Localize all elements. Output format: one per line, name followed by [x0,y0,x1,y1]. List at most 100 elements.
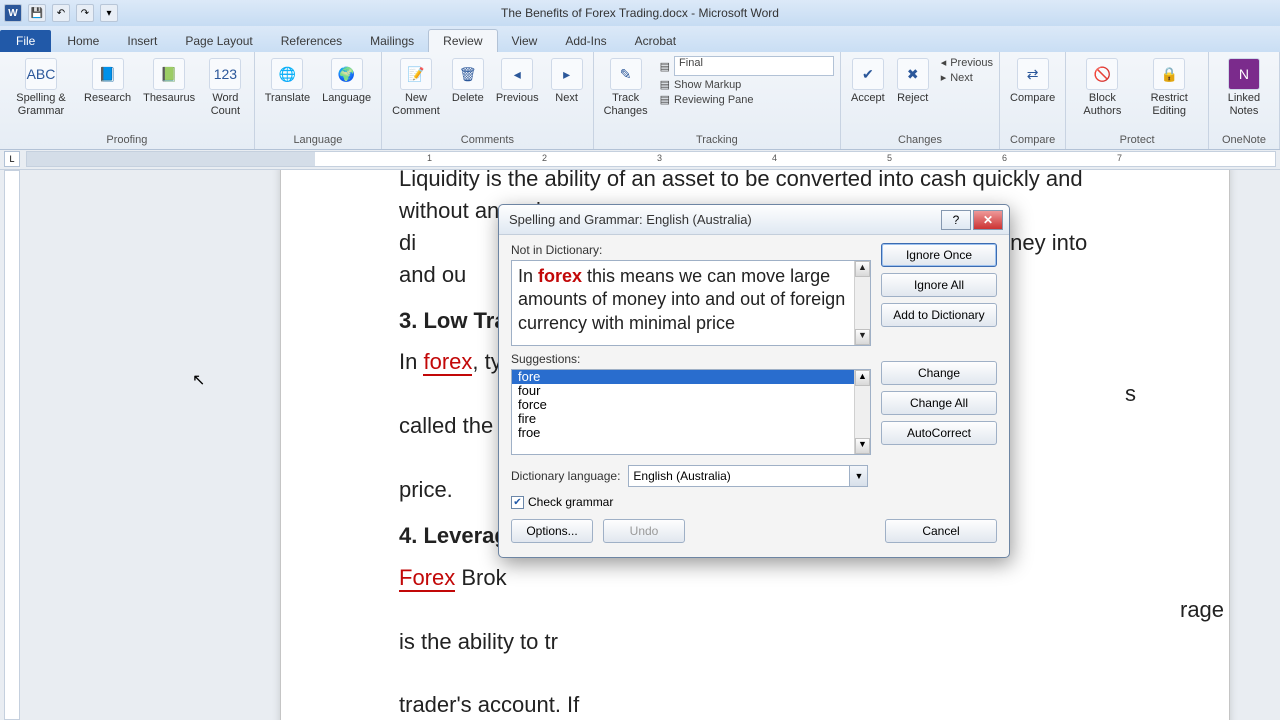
group-label: Compare [1010,132,1055,149]
compare-icon: ⇄ [1017,58,1049,90]
group-comments: 📝New Comment 🗑Delete ◂Previous ▸Next Com… [382,52,593,149]
next-icon: ▸ [941,71,947,84]
chevron-down-icon[interactable]: ▼ [849,466,867,486]
delete-comment-button[interactable]: 🗑Delete [448,56,488,119]
prev-comment-button[interactable]: ◂Previous [492,56,543,119]
onenote-icon: N [1228,58,1260,90]
tab-references[interactable]: References [267,30,356,52]
tab-acrobat[interactable]: Acrobat [621,30,690,52]
tab-pagelayout[interactable]: Page Layout [171,30,266,52]
tab-addins[interactable]: Add-Ins [551,30,620,52]
qat-dropdown-icon[interactable]: ▾ [100,4,118,22]
group-label: Comments [461,132,514,149]
suggestion-item[interactable]: froe [512,426,870,440]
suggestion-item[interactable]: fire [512,412,870,426]
dialog-titlebar[interactable]: Spelling and Grammar: English (Australia… [499,205,1009,235]
suggestion-item[interactable]: force [512,398,870,412]
vertical-ruler[interactable] [4,170,20,720]
restrict-editing-button[interactable]: 🔒Restrict Editing [1136,56,1201,119]
comment-icon: 📝 [400,58,432,90]
mouse-cursor-icon: ↖ [192,370,205,390]
scroll-up-icon[interactable]: ▲ [855,261,870,277]
spelling-error: forex [423,349,472,376]
help-button[interactable]: ? [941,210,971,230]
save-icon[interactable]: 💾 [28,4,46,22]
undo-button: Undo [603,519,685,543]
not-in-dict-label: Not in Dictionary: [511,243,871,257]
pane-icon: ▤ [660,93,670,106]
close-button[interactable]: ✕ [973,210,1003,230]
tab-view[interactable]: View [498,30,552,52]
scroll-down-icon[interactable]: ▼ [855,329,870,345]
linked-notes-button[interactable]: NLinked Notes [1215,56,1273,119]
prev-change-button[interactable]: ◂Previous [941,56,993,69]
change-all-button[interactable]: Change All [881,391,997,415]
options-button[interactable]: Options... [511,519,593,543]
spelling-error: Forex [399,565,455,592]
ignore-once-button[interactable]: Ignore Once [881,243,997,267]
add-to-dictionary-button[interactable]: Add to Dictionary [881,303,997,327]
tab-review[interactable]: Review [428,29,497,52]
thesaurus-button[interactable]: 📗Thesaurus [139,56,199,119]
dialog-title: Spelling and Grammar: English (Australia… [509,212,939,227]
check-icon: ABC [25,58,57,90]
language-button[interactable]: 🌍Language [318,56,375,107]
reviewing-pane-button[interactable]: ▤Reviewing Pane [660,93,834,106]
tab-mailings[interactable]: Mailings [356,30,428,52]
tab-home[interactable]: Home [53,30,113,52]
scroll-up-icon[interactable]: ▲ [855,370,870,386]
suggestions-scrollbar[interactable]: ▲ ▼ [854,370,870,454]
markup-icon: ▤ [660,78,670,91]
redo-icon[interactable]: ↷ [76,4,94,22]
block-icon: 🚫 [1086,58,1118,90]
dictionary-language-select[interactable]: English (Australia) ▼ [628,465,868,487]
body-paragraph: Forex Brok xxxxxxxxxxxxxxxxxxxxxxxxxxxxx… [399,562,1111,720]
tab-selector[interactable]: L [4,151,20,167]
next-comment-button[interactable]: ▸Next [547,56,587,119]
reject-button[interactable]: ✖Reject [893,56,933,107]
delete-icon: 🗑 [452,58,484,90]
word-icon: W [4,4,22,22]
cancel-button[interactable]: Cancel [885,519,997,543]
suggestions-listbox[interactable]: fore four force fire froe ▲ ▼ [511,369,871,455]
translate-button[interactable]: 🌐Translate [261,56,314,107]
next-icon: ▸ [551,58,583,90]
suggestion-item[interactable]: four [512,384,870,398]
quick-access-toolbar: W 💾 ↶ ↷ ▾ [4,4,118,22]
group-language: 🌐Translate 🌍Language Language [255,52,382,149]
undo-icon[interactable]: ↶ [52,4,70,22]
title-bar: W 💾 ↶ ↷ ▾ The Benefits of Forex Trading.… [0,0,1280,26]
research-button[interactable]: 📘Research [80,56,135,119]
dict-lang-label: Dictionary language: [511,469,620,483]
count-icon: 123 [209,58,241,90]
next-change-button[interactable]: ▸Next [941,71,993,84]
context-textbox[interactable]: In forex this means we can move large am… [511,260,871,346]
block-authors-button[interactable]: 🚫Block Authors [1072,56,1132,119]
group-label: Changes [898,132,942,149]
track-changes-button[interactable]: ✎Track Changes [600,56,652,119]
new-comment-button[interactable]: 📝New Comment [388,56,444,119]
wordcount-button[interactable]: 123Word Count [203,56,248,119]
prev-icon: ◂ [941,56,947,69]
show-markup-button[interactable]: ▤Show Markup [660,78,834,91]
display-icon: ▤ [660,60,670,73]
autocorrect-button[interactable]: AutoCorrect [881,421,997,445]
suggestion-item[interactable]: fore [512,370,870,384]
compare-button[interactable]: ⇄Compare [1006,56,1059,107]
group-label: OneNote [1222,132,1266,149]
horizontal-ruler[interactable]: 1 2 3 4 5 6 7 [26,151,1276,167]
checkbox-icon: ✔ [511,496,524,509]
check-grammar-checkbox[interactable]: ✔ Check grammar [511,495,997,509]
group-proofing: ABCSpelling & Grammar 📘Research 📗Thesaur… [0,52,255,149]
spelling-dialog: Spelling and Grammar: English (Australia… [498,204,1010,558]
scroll-down-icon[interactable]: ▼ [855,438,870,454]
context-scrollbar[interactable]: ▲ ▼ [854,261,870,345]
error-word: forex [538,266,582,286]
ignore-all-button[interactable]: Ignore All [881,273,997,297]
accept-button[interactable]: ✔Accept [847,56,889,107]
display-review-select[interactable]: Final [674,56,834,76]
tab-file[interactable]: File [0,30,51,52]
spelling-grammar-button[interactable]: ABCSpelling & Grammar [6,56,76,119]
change-button[interactable]: Change [881,361,997,385]
tab-insert[interactable]: Insert [113,30,171,52]
